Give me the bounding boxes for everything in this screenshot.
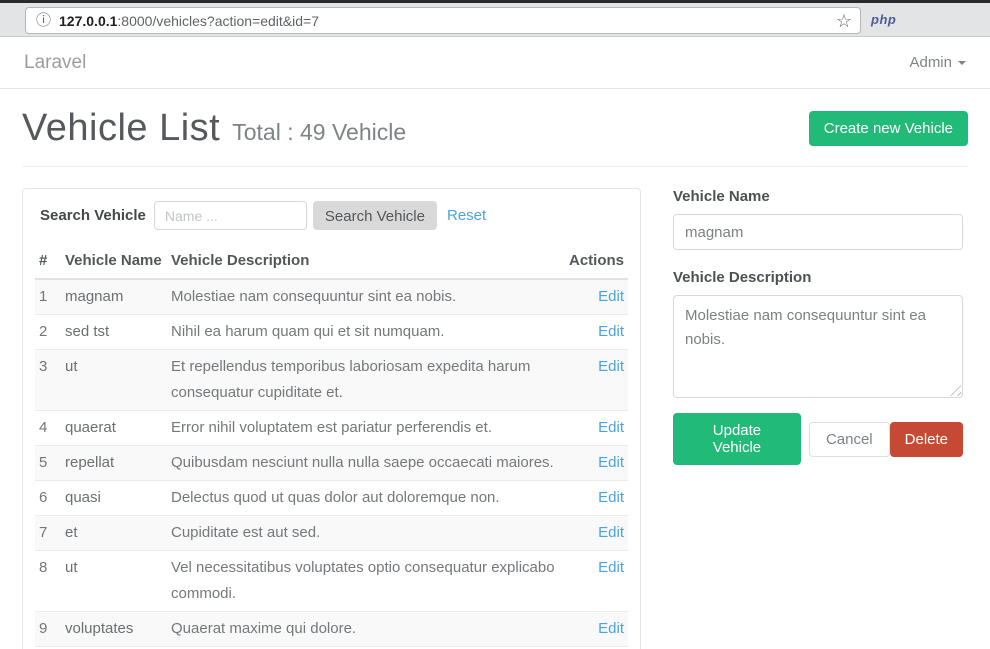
vehicle-description-cell: Molestiae nam consequuntur sint ea nobis…	[167, 279, 565, 315]
row-number: 9	[35, 612, 61, 647]
header-divider	[22, 166, 968, 167]
row-number: 3	[35, 350, 61, 411]
edit-link[interactable]: Edit	[598, 288, 624, 305]
update-vehicle-button[interactable]: Update Vehicle	[673, 413, 801, 465]
search-row: Search Vehicle Search Vehicle Reset	[35, 201, 628, 230]
delete-button[interactable]: Delete	[890, 422, 963, 457]
vehicle-description-cell: Error nihil voluptatem est pariatur perf…	[167, 411, 565, 446]
vehicle-description-cell: Vel necessitatibus voluptates optio cons…	[167, 551, 565, 612]
browser-toolbar: ⓘ 127.0.0.1:8000/vehicles?action=edit&id…	[0, 0, 990, 37]
row-number: 7	[35, 516, 61, 551]
table-row: 8 ut Vel necessitatibus voluptates optio…	[35, 551, 628, 612]
row-number: 1	[35, 279, 61, 315]
vehicle-name-cell: quaerat	[61, 411, 167, 446]
vehicle-description-cell: Quibusdam nesciunt nulla nulla saepe occ…	[167, 446, 565, 481]
brand-link[interactable]: Laravel	[24, 52, 86, 74]
edit-link[interactable]: Edit	[598, 559, 624, 576]
vehicle-name-cell: ut	[61, 350, 167, 411]
title-wrap: Vehicle List Total : 49 Vehicle	[22, 107, 406, 150]
url-text[interactable]: 127.0.0.1:8000/vehicles?action=edit&id=7	[59, 13, 836, 29]
vehicle-description-label: Vehicle Description	[673, 269, 963, 286]
vehicle-list-panel: Search Vehicle Search Vehicle Reset # Ve…	[22, 188, 641, 649]
edit-link[interactable]: Edit	[598, 358, 624, 375]
vehicle-name-input[interactable]	[673, 214, 963, 250]
edit-link[interactable]: Edit	[598, 419, 624, 436]
admin-dropdown-label: Admin	[909, 54, 952, 71]
vehicle-table: # Vehicle Name Vehicle Description Actio…	[35, 244, 628, 649]
page-title: Vehicle List	[22, 107, 220, 150]
table-row: 4 quaerat Error nihil voluptatem est par…	[35, 411, 628, 446]
column-header-actions: Actions	[565, 244, 628, 279]
vehicle-description-textarea[interactable]: Molestiae nam consequuntur sint ea nobis…	[673, 295, 963, 398]
edit-link[interactable]: Edit	[598, 489, 624, 506]
cancel-button[interactable]: Cancel	[809, 422, 890, 457]
url-host: 127.0.0.1	[59, 13, 117, 29]
row-number: 8	[35, 551, 61, 612]
form-buttons: Update Vehicle Cancel Delete	[673, 413, 963, 465]
main-row: Search Vehicle Search Vehicle Reset # Ve…	[22, 188, 968, 649]
vehicle-name-label: Vehicle Name	[673, 188, 963, 205]
table-row: 2 sed tst Nihil ea harum quam qui et sit…	[35, 315, 628, 350]
vehicle-name-cell: quasi	[61, 481, 167, 516]
vehicle-description-cell: Cupiditate est aut sed.	[167, 516, 565, 551]
column-header-number: #	[35, 244, 61, 279]
vehicle-name-cell: sed tst	[61, 315, 167, 350]
page-header: Vehicle List Total : 49 Vehicle Create n…	[22, 107, 968, 150]
edit-link[interactable]: Edit	[598, 323, 624, 340]
reset-link[interactable]: Reset	[447, 207, 486, 224]
search-button[interactable]: Search Vehicle	[313, 201, 437, 230]
create-vehicle-button[interactable]: Create new Vehicle	[809, 111, 968, 146]
table-row: 1 magnam Molestiae nam consequuntur sint…	[35, 279, 628, 315]
edit-link[interactable]: Edit	[598, 524, 624, 541]
table-row: 3 ut Et repellendus temporibus laboriosa…	[35, 350, 628, 411]
edit-vehicle-form: Vehicle Name Vehicle Description Molesti…	[673, 188, 963, 465]
vehicle-description-cell: Delectus quod ut quas dolor aut doloremq…	[167, 481, 565, 516]
vehicle-name-cell: ut	[61, 551, 167, 612]
edit-link[interactable]: Edit	[598, 620, 624, 637]
row-number: 6	[35, 481, 61, 516]
vehicle-name-cell: magnam	[61, 279, 167, 315]
site-info-icon[interactable]: ⓘ	[36, 13, 51, 28]
edit-link[interactable]: Edit	[598, 454, 624, 471]
vehicle-description-cell: Et repellendus temporibus laboriosam exp…	[167, 350, 565, 411]
table-row: 9 voluptates Quaerat maxime qui dolore. …	[35, 612, 628, 647]
bookmark-star-icon[interactable]: ☆	[836, 12, 852, 30]
php-extension-icon[interactable]: php	[871, 12, 896, 27]
search-label: Search Vehicle	[40, 207, 146, 224]
url-path: :8000/vehicles?action=edit&id=7	[117, 13, 319, 29]
address-bar[interactable]: ⓘ 127.0.0.1:8000/vehicles?action=edit&id…	[25, 7, 861, 34]
chevron-down-icon	[958, 61, 966, 65]
vehicle-name-cell: voluptates	[61, 612, 167, 647]
navbar: Laravel Admin	[0, 37, 990, 89]
column-header-name: Vehicle Name	[61, 244, 167, 279]
total-count: Total : 49 Vehicle	[232, 119, 406, 146]
textarea-wrap: Molestiae nam consequuntur sint ea nobis…	[673, 295, 963, 398]
row-number: 5	[35, 446, 61, 481]
vehicle-description-cell: Nihil ea harum quam qui et sit numquam.	[167, 315, 565, 350]
column-header-description: Vehicle Description	[167, 244, 565, 279]
row-number: 2	[35, 315, 61, 350]
table-body: 1 magnam Molestiae nam consequuntur sint…	[35, 279, 628, 649]
vehicle-description-cell: Quaerat maxime qui dolore.	[167, 612, 565, 647]
search-input[interactable]	[154, 201, 307, 230]
table-header-row: # Vehicle Name Vehicle Description Actio…	[35, 244, 628, 279]
page-content: Vehicle List Total : 49 Vehicle Create n…	[0, 107, 990, 649]
vehicle-name-cell: et	[61, 516, 167, 551]
row-number: 4	[35, 411, 61, 446]
admin-dropdown[interactable]: Admin	[909, 54, 966, 71]
vehicle-name-cell: repellat	[61, 446, 167, 481]
table-row: 6 quasi Delectus quod ut quas dolor aut …	[35, 481, 628, 516]
table-row: 7 et Cupiditate est aut sed. Edit	[35, 516, 628, 551]
table-row: 5 repellat Quibusdam nesciunt nulla null…	[35, 446, 628, 481]
